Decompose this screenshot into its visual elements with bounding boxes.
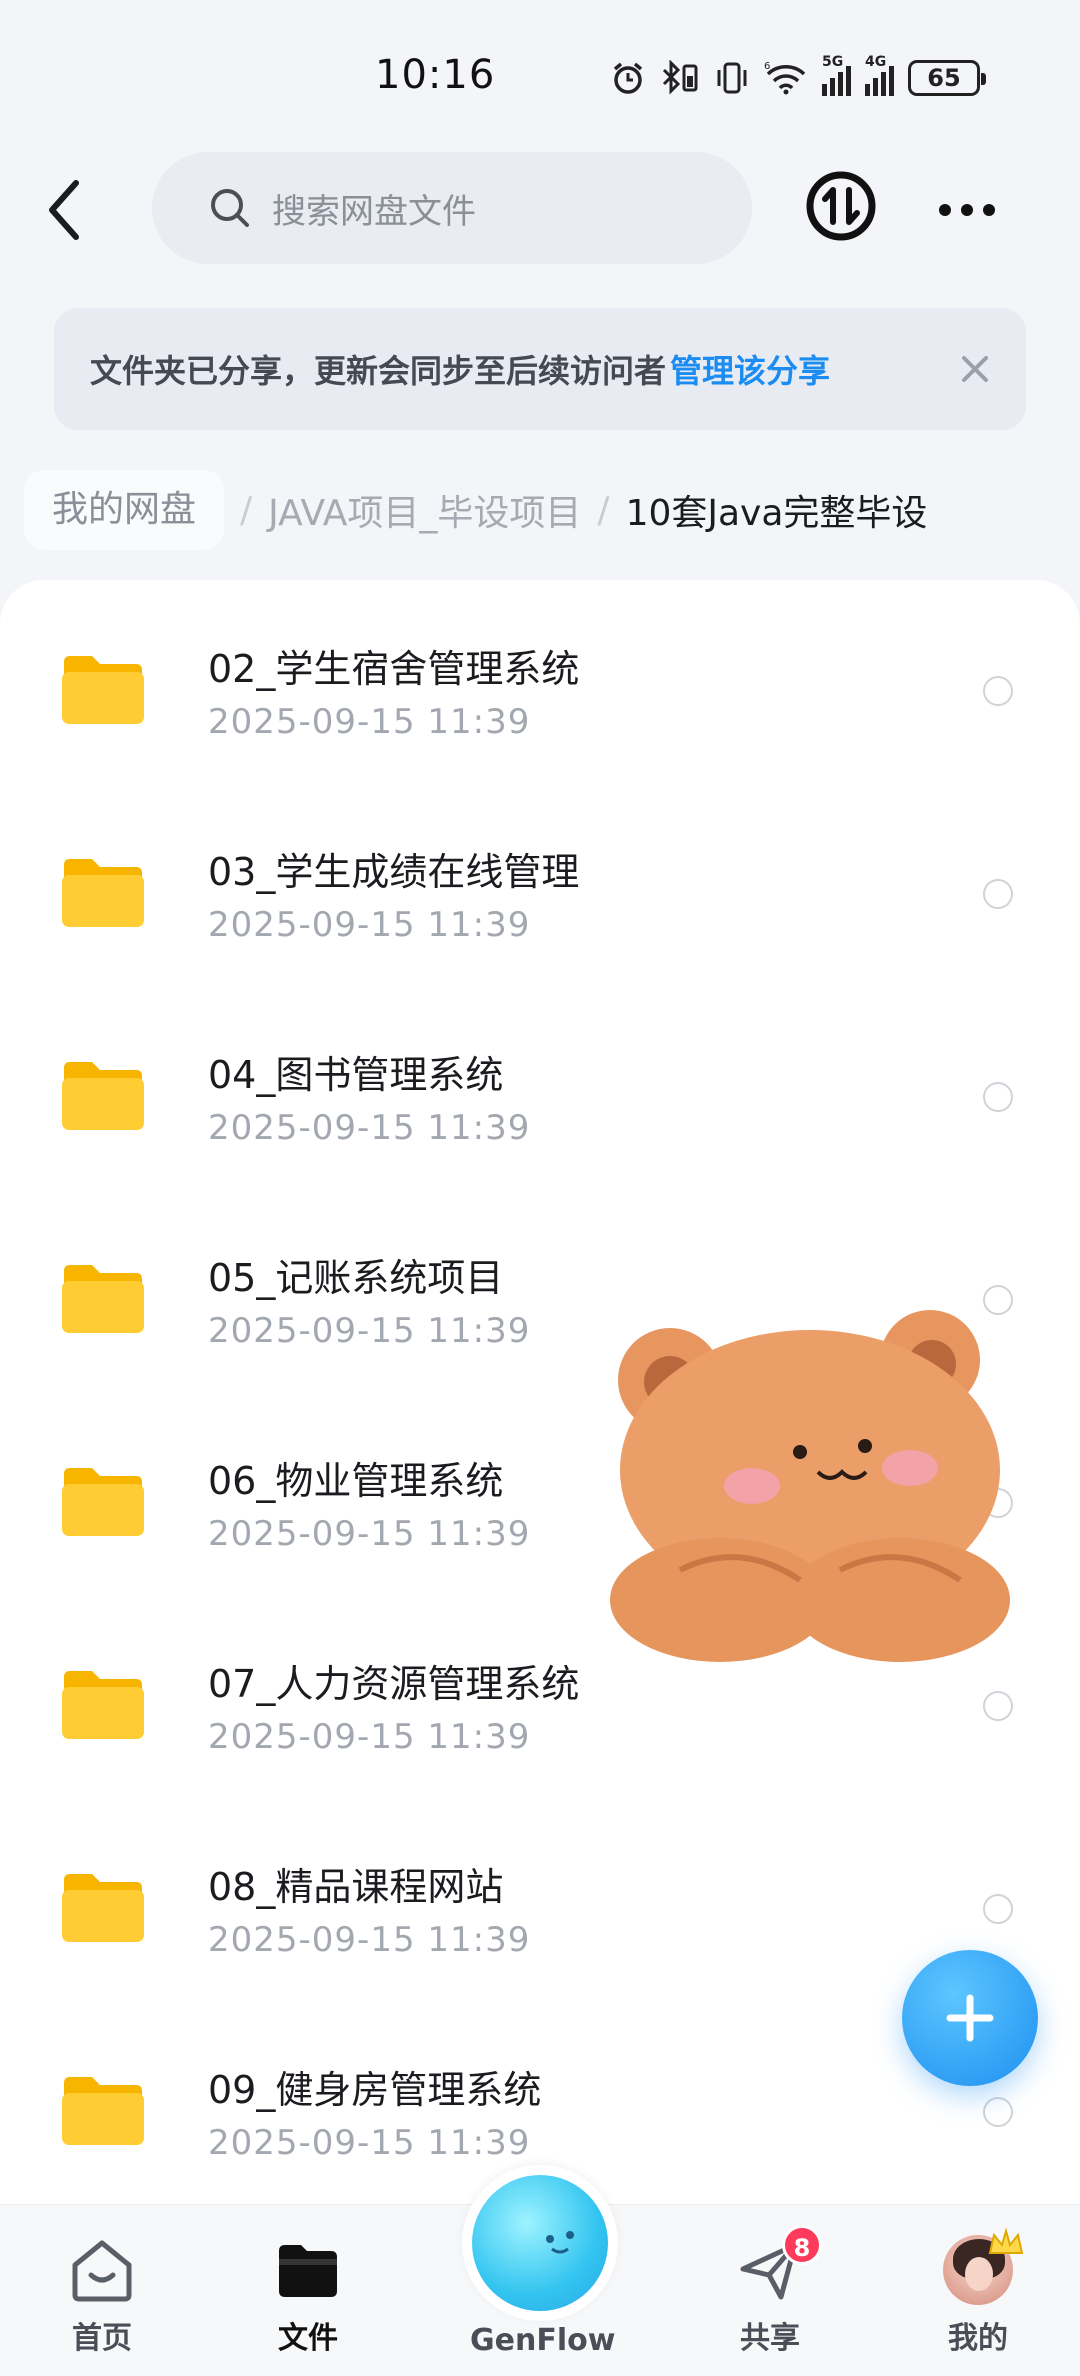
breadcrumb-root[interactable]: 我的网盘: [24, 470, 225, 550]
nav-label-share: 共享: [740, 2321, 800, 2356]
genflow-icon: [472, 2175, 608, 2311]
nav-label-files: 文件: [278, 2321, 338, 2356]
select-checkbox[interactable]: [983, 1082, 1013, 1112]
file-name: 04_图书管理系统: [208, 1053, 504, 1097]
battery-indicator: 65: [908, 60, 986, 96]
home-icon: [72, 2240, 132, 2302]
nav-item-share[interactable]: 8 共享: [700, 2225, 840, 2357]
network-label-5g: 5G: [822, 54, 844, 70]
file-row[interactable]: 04_图书管理系统 2025-09-15 11:39: [0, 986, 1080, 1186]
folder-icon: [62, 656, 144, 724]
signal-5g-icon: 5G: [822, 54, 851, 96]
file-date: 2025-09-15 11:39: [208, 2123, 531, 2163]
status-icons: 6 5G 4G 65: [610, 54, 986, 100]
close-icon[interactable]: [958, 352, 992, 386]
add-button[interactable]: [902, 1950, 1038, 2086]
transfer-icon[interactable]: [805, 170, 877, 242]
breadcrumb-separator: /: [240, 489, 253, 531]
plus-icon: [946, 1994, 994, 2042]
folder-icon: [62, 1062, 144, 1130]
folder-icon: [62, 1468, 144, 1536]
manage-share-link[interactable]: 管理该分享: [670, 346, 830, 392]
share-badge: 8: [782, 2225, 822, 2265]
wifi-icon: 6: [764, 61, 806, 95]
network-label-4g: 4G: [865, 54, 887, 70]
select-checkbox[interactable]: [983, 1894, 1013, 1924]
search-input[interactable]: 搜索网盘文件: [152, 152, 752, 264]
file-name: 09_健身房管理系统: [208, 2068, 542, 2112]
bottom-nav: 首页 文件 GenFlow 8 共享 我的: [0, 2165, 1080, 2376]
select-checkbox[interactable]: [983, 2097, 1013, 2127]
file-date: 2025-09-15 11:39: [208, 1514, 531, 1554]
nav-item-genflow-label: GenFlow: [470, 2323, 616, 2358]
nav-label-mine: 我的: [948, 2321, 1008, 2356]
bear-sticker-icon: [610, 1310, 1010, 1662]
file-name: 06_物业管理系统: [208, 1459, 504, 1503]
file-name: 05_记账系统项目: [208, 1256, 504, 1300]
svg-text:6: 6: [764, 61, 770, 72]
file-row[interactable]: 08_精品课程网站 2025-09-15 11:39: [0, 1798, 1080, 1998]
alarm-icon: [613, 62, 643, 94]
file-name: 08_精品课程网站: [208, 1865, 504, 1909]
status-time: 10:16: [375, 52, 496, 98]
file-date: 2025-09-15 11:39: [208, 1920, 531, 1960]
status-bar: 10:16 6 5G 4G 65: [0, 0, 1080, 150]
file-row[interactable]: 03_学生成绩在线管理 2025-09-15 11:39: [0, 783, 1080, 983]
genflow-button[interactable]: [462, 2165, 618, 2321]
breadcrumb-current: 10套Java完整毕设: [625, 493, 928, 534]
search-placeholder: 搜索网盘文件: [272, 191, 476, 232]
signal-4g-icon: 4G: [865, 54, 894, 96]
folder-icon: [62, 859, 144, 927]
file-date: 2025-09-15 11:39: [208, 1108, 531, 1148]
breadcrumb-separator: /: [597, 489, 610, 531]
vibrate-icon: [717, 62, 747, 94]
nav-item-files[interactable]: 文件: [238, 2235, 378, 2357]
folder-icon: [62, 1874, 144, 1942]
share-banner: 文件夹已分享，更新会同步至后续访问者 管理该分享: [54, 308, 1026, 430]
folder-nav-icon: [279, 2245, 337, 2297]
select-checkbox[interactable]: [983, 676, 1013, 706]
file-name: 07_人力资源管理系统: [208, 1662, 580, 1706]
crown-icon: [988, 2227, 1024, 2254]
file-date: 2025-09-15 11:39: [208, 702, 531, 742]
back-icon[interactable]: [40, 175, 90, 245]
file-date: 2025-09-15 11:39: [208, 1717, 531, 1757]
folder-icon: [62, 1671, 144, 1739]
folder-icon: [62, 2077, 144, 2145]
file-date: 2025-09-15 11:39: [208, 905, 531, 945]
nav-label-genflow: GenFlow: [470, 2323, 616, 2358]
folder-icon: [62, 1265, 144, 1333]
search-icon: [211, 189, 249, 227]
nav-item-home[interactable]: 首页: [32, 2235, 172, 2357]
file-date: 2025-09-15 11:39: [208, 1311, 531, 1351]
bluetooth-battery-icon: [662, 60, 698, 95]
breadcrumb-level1[interactable]: JAVA项目_毕设项目: [268, 484, 581, 536]
select-checkbox[interactable]: [983, 1691, 1013, 1721]
nav-item-mine[interactable]: 我的: [908, 2227, 1048, 2357]
nav-label-home: 首页: [72, 2321, 132, 2356]
select-checkbox[interactable]: [983, 879, 1013, 909]
banner-text: 文件夹已分享，更新会同步至后续访问者: [90, 352, 667, 390]
file-row[interactable]: 02_学生宿舍管理系统 2025-09-15 11:39: [0, 580, 1080, 780]
file-name: 02_学生宿舍管理系统: [208, 647, 580, 691]
more-icon[interactable]: [935, 190, 999, 230]
file-name: 03_学生成绩在线管理: [208, 850, 580, 894]
breadcrumb: 我的网盘 / JAVA项目_毕设项目 / 10套Java完整毕设: [24, 470, 927, 550]
